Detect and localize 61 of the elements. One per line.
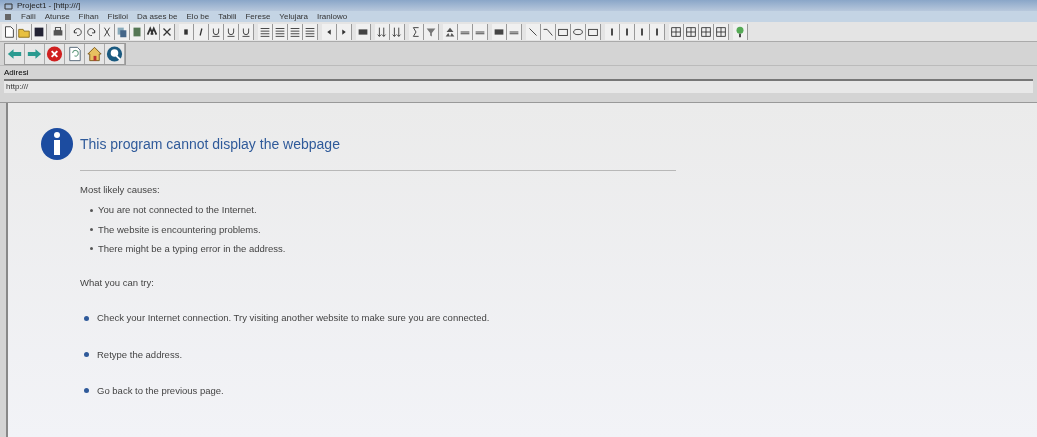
info-icon [40,125,74,163]
cause-text: The website is encountering problems. [98,222,261,237]
toolbar-icon[interactable] [160,23,175,40]
menu-item[interactable]: Elo be [186,12,210,21]
toolbar-icon[interactable] [526,23,541,40]
toolbar-icon[interactable] [635,23,650,40]
search-icon[interactable] [105,43,125,64]
toolbar-icon[interactable] [586,23,601,40]
app-icon [4,1,13,10]
toolbar-icon[interactable] [273,23,288,40]
toolbar-icon[interactable] [650,23,665,40]
toolbar-icon[interactable] [714,23,729,40]
menu-item[interactable]: Fisiloi [107,12,129,21]
toolbar-icon[interactable] [620,23,635,40]
bullet-icon [90,208,93,212]
bullet-icon [84,388,89,394]
menu-item[interactable]: Iranlowo [316,12,348,21]
home-icon[interactable] [85,43,105,64]
toolbar-icon[interactable] [684,23,699,40]
toolbar-icon[interactable] [194,23,209,40]
bullet-icon [90,228,93,232]
menu-item[interactable]: Yelujara [279,12,308,21]
toolbar-icon[interactable] [179,23,194,40]
toolbar-icon[interactable] [556,23,571,40]
toolbar-icon[interactable] [32,23,47,40]
menu-item[interactable]: Atunse [44,12,70,21]
bullet-icon [84,352,89,358]
cause-text: You are not connected to the Internet. [98,203,257,218]
cause-text: There might be a typing error in the address. [98,241,286,256]
toolbar-icon[interactable] [669,23,684,40]
bullet-icon [90,247,93,251]
toolbar-icon[interactable] [51,23,66,40]
toolbar-icon[interactable] [288,23,303,40]
toolbar-icon[interactable] [443,23,458,40]
causes-heading: Most likely causes: [80,183,161,197]
bullet-icon [84,315,89,321]
menu-item[interactable]: Tabili [218,12,237,21]
stop-icon[interactable] [45,43,65,64]
suggestion-text: Check your Internet connection. Try visiting another website to make sure you are connected. [97,311,490,326]
suggestion-text: Retype the address. [97,347,183,362]
toolbar-icon[interactable] [571,23,586,40]
menu-item[interactable]: Faili [21,12,36,21]
toolbar-icon[interactable] [2,23,17,40]
refresh-page-icon[interactable] [65,43,85,64]
window-title: Project1 - [http:///] [17,1,81,10]
toolbar-icon[interactable] [699,23,714,40]
toolbar-icon[interactable] [303,23,318,40]
toolbar-icon[interactable] [733,23,748,40]
menu-item[interactable]: Ferese [245,12,271,21]
address-label: Adiresi [4,67,30,79]
toolbar-icon[interactable] [258,23,273,40]
menu-item[interactable]: Fihan [78,12,99,21]
menu-item[interactable]: Da ases be [137,12,178,21]
suggestion-text: Go back to the previous page. [97,383,224,398]
error-heading: This program cannot display the webpage [80,134,340,154]
toolbar-icon[interactable] [145,23,160,40]
try-heading: What you can try: [80,276,155,290]
toolbar-icon[interactable] [356,23,371,40]
toolbar-icon[interactable] [605,23,620,40]
toolbar-icon[interactable] [492,23,507,40]
address-field[interactable]: http:/// [4,79,1033,93]
